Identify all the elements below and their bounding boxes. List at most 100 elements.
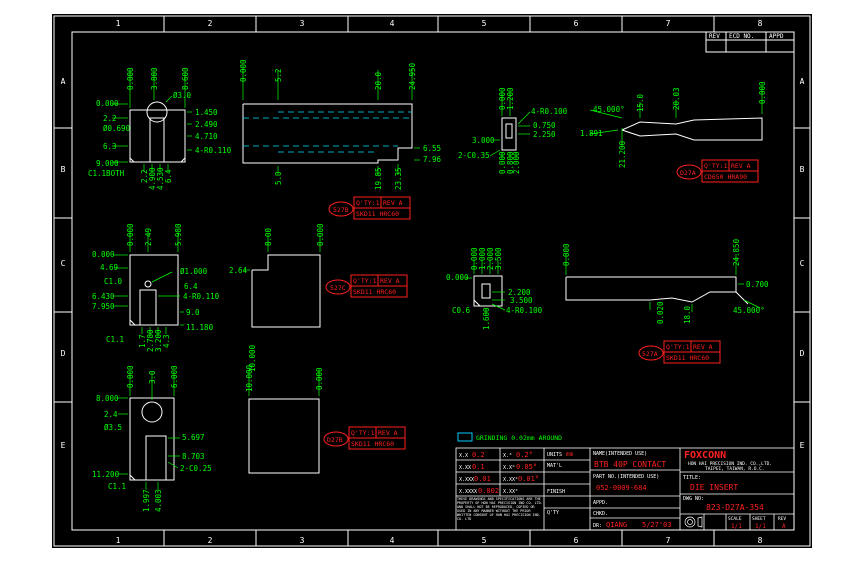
c2-dim-0: 8.00 [264,227,273,246]
a4-tag-mat: CD650 HRA90 [704,173,747,181]
c3-dim-8: C0.6 [452,306,471,315]
zone-row-right-D: D [800,349,805,358]
a2-dim-top-3: 24.950 [408,62,417,90]
a4-dim-1: 15.0 [636,93,645,112]
zone-col-top-1: 1 [116,19,121,28]
c4-tag-code: 527A [642,350,658,358]
a2-dim-bottom-0: 5.0 [274,171,283,185]
c1-dim-left-4: 7.950 [92,302,115,311]
tol-dval-1: 0.05° [516,463,537,471]
ecd-no-header: ECD NO. [729,33,754,40]
a3-dim-4: 2.250 [533,130,556,139]
a4-dim-4: 1.891 [580,129,603,138]
tol-x-0: X.X [459,453,468,459]
foxconn-logo: FOXCONN [684,450,726,461]
d2-tag-rev: REV A [378,429,398,437]
c4-dim-4: 0.020 [656,301,665,324]
company-location: TAIPEI, TAIWAN, R.O.C. [705,466,765,472]
c4-dim-2: 0.700 [746,280,769,289]
c3-dim-9: 1.600 [482,307,491,330]
zone-col-top-8: 8 [758,19,763,28]
zone-row-right-A: A [800,77,805,86]
c2-tag-qty: Q'TY:1 [353,277,377,285]
c1-dim-right-0: Ø1.000 [180,267,208,276]
tol-dval-0: 0.2° [516,451,533,459]
c4-tag-qty: Q'TY:1 [666,343,690,351]
zone-row-left-C: C [61,259,66,268]
a1-dim-right-2: 2.490 [195,120,218,129]
c4-tag-mat: SKD11 HRC60 [666,354,709,362]
c1-dim-bottom-3: 4.3 [162,334,171,348]
zone-col-top-3: 3 [300,19,305,28]
zone-row-right-E: E [800,441,805,450]
a1-dim-left-5: C1.1BOTH [88,169,125,178]
a3-dim-1: 1.200 [506,87,515,110]
tol-x-1: X.XX [459,465,471,471]
zone-col-top-6: 6 [574,19,579,28]
d1-dim-left-2: Ø3.5 [104,423,122,432]
grinding-note: GRINDING 0.02mm AROUND [476,434,562,442]
a1-dim-right-0: Ø3.0 [173,91,192,100]
a1-dim-left-3: 6.3 [103,142,117,151]
zone-col-bottom-8: 8 [758,536,763,545]
c1-dim-left-1: 4.69 [100,263,118,272]
dwg-label: DWG NO: [683,496,704,502]
ownership-note-box: THESE DRAWINGS AND SPECIFICATIONS ARE TH… [457,497,543,521]
a4-dim-2: 20.03 [672,87,681,110]
c2-dim-2: 2.64 [229,266,248,275]
c3-dim-4: 0.000 [446,273,469,282]
a4-dim-0: 45.000° [593,105,625,114]
tol-deg-3: X.XX° [503,489,518,495]
zone-col-bottom-2: 2 [208,536,213,545]
units-label: UNITS [547,452,562,458]
rev-label: REV [778,516,786,522]
zone-row-left-B: B [61,165,66,174]
c4-dim-3: 45.000° [733,306,765,315]
sheet-label: SHEET [752,516,766,522]
zone-col-bottom-3: 3 [300,536,305,545]
d2-tag-mat: SKD11 HRC60 [351,440,394,448]
a2-dim-right-1: 7.96 [423,155,442,164]
d1-dim-left-3: 11.200 [92,470,120,479]
zone-col-top-5: 5 [482,19,487,28]
d1-dim-bottom-0: 1.997 [142,489,151,512]
d1-dim-top-1: 3.0 [148,370,157,384]
c4-dim-5: 18.0 [683,305,692,324]
rev-header: REV [709,33,720,40]
d1-dim-top-2: 6.000 [170,365,179,388]
c3-dim-3: 3.500 [494,247,503,270]
a1-dim-top-0: 0.000 [126,67,135,90]
cad-drawing-sheet: 1 1 2 2 3 3 4 4 5 5 6 6 7 7 8 8 A A B B C C D D E E REV ECD NO. A… [0,0,867,562]
rev-value: A [782,523,786,530]
d1-dim-left-4: C1.1 [108,482,126,491]
title-label: TITLE: [683,475,701,481]
c1-dim-right-3: 9.0 [186,308,200,317]
tol-deg-0: X.° [503,453,512,459]
dr-value: QIANG [606,521,627,529]
c1-dim-right-4: 11.180 [186,323,214,332]
a2-tag-rev: REV A [383,199,403,207]
zone-col-top-4: 4 [390,19,395,28]
zone-row-left-D: D [61,349,66,358]
tol-val-2: 0.01 [474,475,491,483]
a1-dim-top-2: 8.600 [181,67,190,90]
a4-dim-5: 21.200 [618,140,627,168]
tol-x-3: X.XXXX [459,489,477,495]
a1-dim-left-0: 0.000 [96,99,119,108]
zone-col-bottom-5: 5 [482,536,487,545]
d1-dim-bottom-1: 4.003 [154,489,163,512]
c3-dim-6: 3.500 [510,296,533,305]
zone-col-top-7: 7 [666,19,671,28]
matl-label: MAT'L [547,463,562,469]
a2-dim-top-2: 20.0 [374,71,383,90]
appd-label: APPD. [593,500,608,506]
a1-dim-left-2: Ø0.690 [103,124,131,133]
zone-row-right-C: C [800,259,805,268]
dwg-value: 823-D27A-354 [706,503,764,512]
appd-header: APPD [769,33,784,40]
d1-dim-right-2: 2-C0.25 [180,464,212,473]
a1-dim-right-1: 1.450 [195,108,218,117]
scale-value: 1/1 [731,523,742,530]
c2-tag-rev: REV A [380,277,400,285]
a3-dim-2: 4-R0.100 [531,107,568,116]
